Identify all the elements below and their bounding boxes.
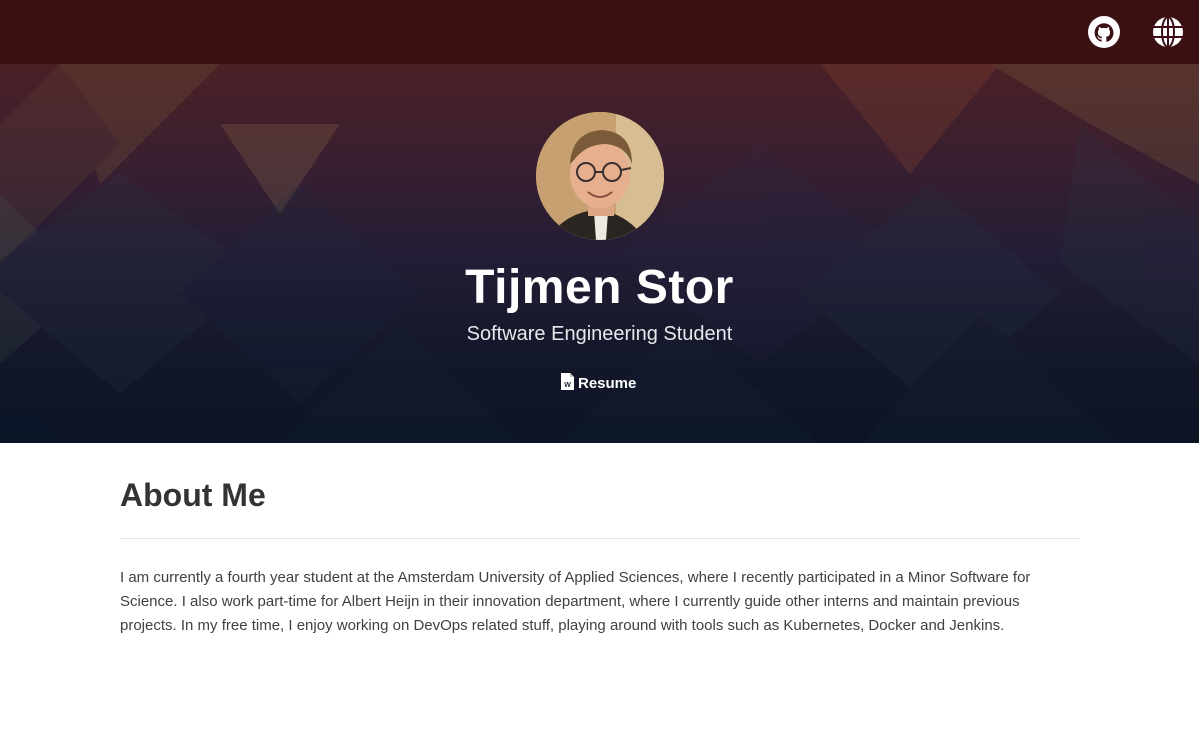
github-icon[interactable]: [1088, 16, 1120, 48]
hero-name-title: Tijmen Stor: [465, 261, 734, 314]
profile-avatar: [536, 112, 664, 240]
svg-text:W: W: [564, 382, 571, 389]
section-divider: [120, 538, 1080, 539]
hero-subtitle: Software Engineering Student: [466, 323, 733, 345]
top-navbar: [0, 0, 1199, 64]
hero-section: Tijmen Stor Software Engineering Student…: [0, 64, 1199, 443]
profile-photo: [536, 112, 664, 240]
about-heading: About Me: [120, 477, 266, 513]
about-section: About Me I am currently a fourth year st…: [120, 443, 1080, 638]
word-document-icon: W: [561, 372, 574, 394]
globe-icon[interactable]: [1152, 16, 1184, 48]
resume-label: Resume: [578, 374, 637, 392]
about-paragraph: I am currently a fourth year student at …: [120, 569, 1031, 634]
resume-link[interactable]: W Resume: [561, 372, 636, 394]
